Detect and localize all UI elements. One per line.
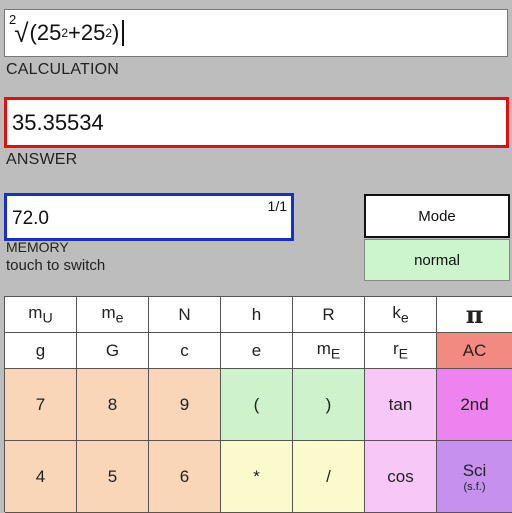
key-label: g (35, 340, 46, 360)
key-sub: E (330, 346, 341, 363)
mode-label: Mode (418, 207, 456, 225)
key-9[interactable]: 9 (149, 369, 221, 441)
answer-label: ANSWER (6, 151, 78, 168)
key-label: m (28, 302, 43, 322)
key-me-earth[interactable]: mE (293, 333, 365, 369)
key-label: h (251, 304, 262, 324)
key-label: m (101, 302, 116, 322)
calculation-label: CALCULATION (6, 61, 120, 78)
text-cursor (122, 20, 125, 46)
key-close-paren[interactable]: ) (293, 369, 365, 441)
mode-button[interactable]: Mode (364, 194, 510, 238)
key-sub: E (398, 346, 409, 363)
key-sub: (s.f.) (463, 480, 486, 493)
key-sub: e (115, 310, 124, 327)
memory-hint: touch to switch (6, 257, 106, 274)
mode-state-button[interactable]: normal (364, 239, 510, 281)
key-label: c (180, 340, 189, 360)
root-index: 2 (9, 11, 17, 27)
answer-display[interactable]: 35.35534 (4, 97, 509, 148)
key-label: ) (325, 394, 332, 414)
key-sub: U (42, 310, 53, 327)
key-2nd[interactable]: 2nd (437, 369, 512, 441)
key-g-small[interactable]: g (5, 333, 77, 369)
pi-icon: π (465, 300, 484, 329)
key-ac[interactable]: AC (437, 333, 512, 369)
memory-index: 1/1 (267, 198, 287, 214)
key-label: 8 (107, 394, 118, 414)
key-sci[interactable]: Sci (s.f.) (437, 441, 512, 513)
key-7[interactable]: 7 (5, 369, 77, 441)
key-c[interactable]: c (149, 333, 221, 369)
key-me[interactable]: me (77, 297, 149, 333)
key-sub: e (400, 310, 409, 327)
key-g-big[interactable]: G (77, 333, 149, 369)
key-label: 5 (107, 466, 118, 486)
key-label: k (392, 302, 401, 322)
key-label: R (322, 304, 335, 324)
key-e[interactable]: e (221, 333, 293, 369)
key-multiply[interactable]: * (221, 441, 293, 513)
key-r[interactable]: R (293, 297, 365, 333)
key-h[interactable]: h (221, 297, 293, 333)
key-label: e (251, 340, 262, 360)
keypad: mU me N h R ke π g G c e mE rE AC 7 8 9 … (4, 296, 512, 513)
key-5[interactable]: 5 (77, 441, 149, 513)
key-pi[interactable]: π (437, 297, 512, 333)
exponent: 2 (61, 26, 68, 40)
key-n[interactable]: N (149, 297, 221, 333)
key-label: tan (388, 394, 413, 414)
key-re[interactable]: rE (365, 333, 437, 369)
square-root-icon: √ (14, 17, 29, 48)
key-label: / (326, 466, 331, 486)
key-label: cos (387, 466, 414, 486)
key-label: * (253, 466, 260, 486)
memory-label: MEMORY (6, 239, 69, 255)
key-open-paren[interactable]: ( (221, 369, 293, 441)
key-6[interactable]: 6 (149, 441, 221, 513)
key-label: G (105, 340, 120, 360)
key-tan[interactable]: tan (365, 369, 437, 441)
key-label: m (316, 338, 331, 358)
key-cos[interactable]: cos (365, 441, 437, 513)
expression-part: +25 (68, 20, 106, 45)
key-divide[interactable]: / (293, 441, 365, 513)
key-mu[interactable]: mU (5, 297, 77, 333)
expression-part: ) (112, 20, 120, 45)
key-label: 7 (35, 394, 46, 414)
expression-part: (25 (29, 20, 62, 45)
exponent: 2 (105, 26, 113, 40)
key-label: AC (462, 340, 487, 360)
answer-value: 35.35534 (12, 109, 104, 135)
memory-value: 72.0 (12, 208, 49, 229)
mode-state-label: normal (414, 251, 460, 269)
key-label: ( (253, 394, 260, 414)
key-label: 2nd (460, 394, 489, 414)
key-label: N (178, 304, 191, 324)
key-4[interactable]: 4 (5, 441, 77, 513)
calculation-display[interactable]: 2 √ (25 2 +25 2 ) (4, 9, 508, 57)
key-ke[interactable]: ke (365, 297, 437, 333)
memory-display[interactable]: 72.0 1/1 (4, 193, 294, 241)
key-8[interactable]: 8 (77, 369, 149, 441)
key-label: 6 (179, 466, 190, 486)
key-label: 4 (35, 466, 46, 486)
key-label: Sci (462, 460, 487, 480)
key-label: 9 (179, 394, 190, 414)
